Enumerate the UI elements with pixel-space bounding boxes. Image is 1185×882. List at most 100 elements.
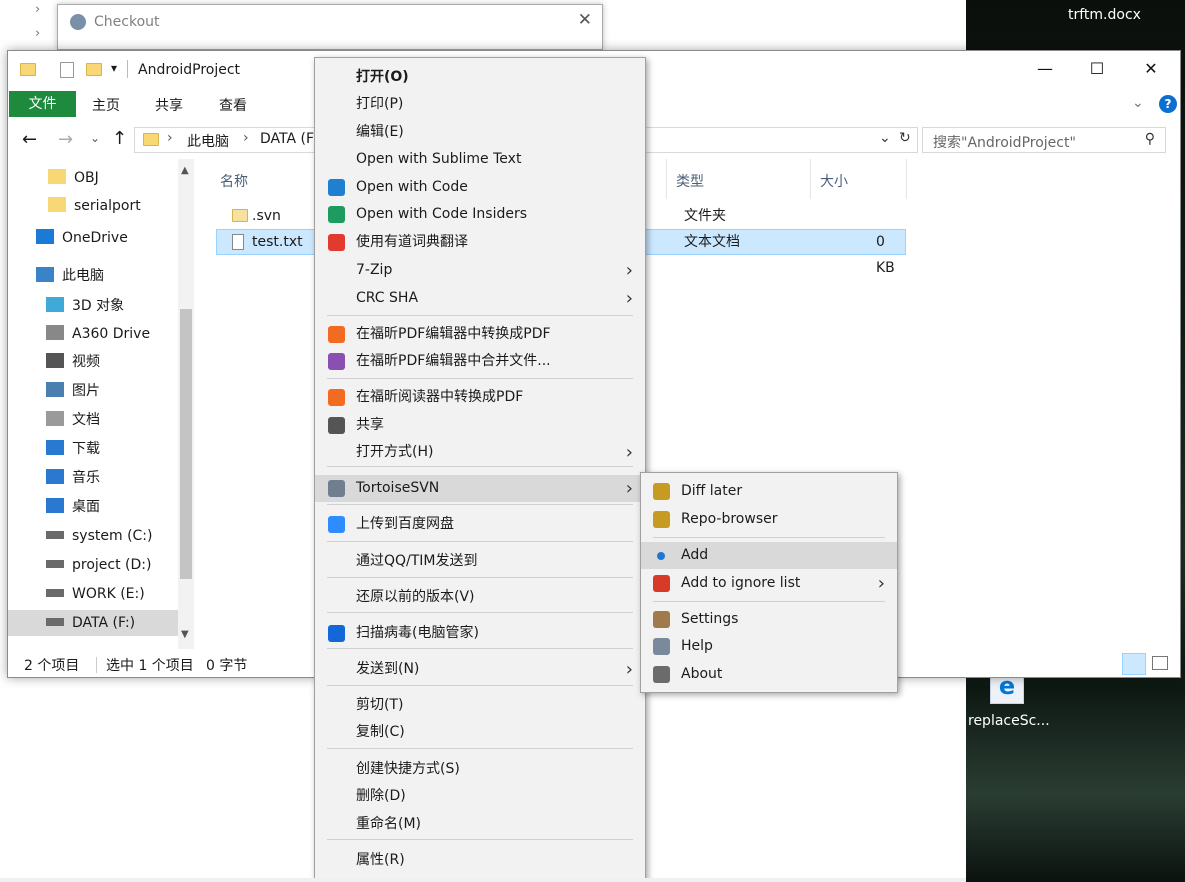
properties-icon[interactable] — [60, 62, 74, 78]
menu-item-m[interactable]: 重命名(M) — [315, 811, 645, 838]
sidebar-scroll-thumb[interactable] — [180, 309, 192, 579]
menu-separator — [653, 601, 885, 602]
large-icons-view-icon[interactable] — [1152, 656, 1168, 670]
checkout-close-button[interactable]: ✕ — [578, 10, 592, 30]
minimize-button[interactable]: — — [1022, 51, 1068, 87]
sidebar-item-item[interactable]: 此电脑 — [36, 263, 104, 289]
breadcrumb-this-pc[interactable]: 此电脑 — [187, 131, 229, 151]
sidebar-item-a360-drive[interactable]: A360 Drive — [46, 321, 150, 347]
sidebar-item-data-f[interactable]: DATA (F:) — [8, 610, 178, 636]
menu-item-item-6[interactable]: 使用有道词典翻译 — [315, 229, 645, 256]
column-header-name[interactable]: 名称 — [220, 171, 248, 191]
menu-item-crc-sha[interactable]: CRC SHA › — [315, 285, 645, 312]
scroll-up-icon[interactable]: ▲ — [181, 165, 189, 176]
menu-item-p[interactable]: 打印(P) — [315, 91, 645, 118]
documents-icon — [46, 411, 64, 426]
ignore-icon — [653, 575, 670, 592]
sidebar-item-item[interactable]: 下载 — [46, 436, 100, 462]
sidebar-item-obj[interactable]: OBJ — [48, 165, 99, 191]
menu-item-label: 重命名(M) — [356, 816, 422, 832]
details-view-icon[interactable] — [1122, 653, 1146, 675]
menu-item-label: 编辑(E) — [356, 124, 404, 140]
onedrive-icon — [36, 229, 54, 244]
menu-item-r[interactable]: 属性(R) — [315, 847, 645, 874]
breadcrumb-data-drive[interactable]: DATA (F — [260, 131, 314, 147]
video-icon — [46, 353, 64, 368]
menu-item-pdf[interactable]: 在福昕阅读器中转换成PDF — [315, 384, 645, 411]
tab-view[interactable]: 查看 — [219, 95, 247, 115]
new-folder-icon[interactable] — [86, 63, 102, 76]
menu-item-open-with-sublime-text[interactable]: Open with Sublime Text — [315, 146, 645, 173]
menu-item-t[interactable]: 剪切(T) — [315, 692, 645, 719]
sidebar-item-item[interactable]: 图片 — [46, 378, 100, 404]
tab-file[interactable]: 文件 — [9, 91, 76, 117]
recent-locations-button[interactable]: ⌄ — [90, 131, 100, 145]
menu-item-e[interactable]: 编辑(E) — [315, 119, 645, 146]
sidebar-item-project-d[interactable]: project (D:) — [46, 552, 151, 578]
sidebar-item-item[interactable]: 视频 — [46, 349, 100, 375]
chevron-right-icon: › — [625, 260, 633, 281]
column-header-type[interactable]: 类型 — [676, 171, 704, 191]
menu-item-open-with-code-insiders[interactable]: Open with Code Insiders — [315, 201, 645, 228]
menu-item-open-with-code[interactable]: Open with Code — [315, 174, 645, 201]
svn-item-repo-browser[interactable]: Repo-browser — [641, 506, 897, 533]
menu-item-h[interactable]: 打开方式(H) › — [315, 439, 645, 466]
column-header-size[interactable]: 大小 — [820, 171, 848, 191]
menu-item-o[interactable]: 打开(O) — [315, 64, 645, 91]
menu-item-pdf[interactable]: 在福昕PDF编辑器中合并文件... — [315, 348, 645, 375]
sidebar-item-serialport[interactable]: serialport — [48, 193, 141, 219]
menu-item-v[interactable]: 还原以前的版本(V) — [315, 584, 645, 611]
sidebar-item-item[interactable]: 桌面 — [46, 494, 100, 520]
forward-button[interactable]: → — [58, 129, 73, 150]
3d-objects-icon — [46, 297, 64, 312]
drive-icon — [46, 560, 64, 568]
sidebar-item-label: 此电脑 — [62, 268, 104, 284]
sidebar-item-label: WORK (E:) — [72, 586, 145, 602]
sidebar-item-onedrive[interactable]: OneDrive — [36, 225, 128, 251]
tab-home[interactable]: 主页 — [92, 95, 120, 115]
sidebar-item-label: 图片 — [72, 383, 100, 399]
maximize-button[interactable]: ☐ — [1074, 51, 1120, 87]
menu-item-pdf-pdf[interactable]: 在福昕PDF编辑器中转换成PDF — [315, 321, 645, 348]
back-button[interactable]: ← — [22, 129, 37, 150]
pictures-icon — [46, 382, 64, 397]
quick-access-dropdown-icon[interactable]: ▾ — [111, 61, 117, 75]
menu-item-d[interactable]: 删除(D) — [315, 783, 645, 810]
refresh-icon[interactable]: ↻ — [899, 130, 911, 146]
sidebar-item-item[interactable]: 音乐 — [46, 465, 100, 491]
svn-item-help[interactable]: Help — [641, 633, 897, 660]
sidebar-item-3d[interactable]: 3D 对象 — [46, 293, 124, 319]
menu-item-label: 上传到百度网盘 — [356, 516, 454, 532]
sidebar-item-item[interactable]: 文档 — [46, 407, 100, 433]
svn-item-about[interactable]: About — [641, 661, 897, 688]
svn-item-diff-later[interactable]: Diff later — [641, 478, 897, 505]
desktop-shortcut-label[interactable]: replaceSc... — [968, 713, 1050, 729]
checkout-title: Checkout — [94, 14, 160, 30]
tab-share[interactable]: 共享 — [155, 95, 183, 115]
menu-item-7-zip[interactable]: 7-Zip › — [315, 257, 645, 284]
up-button[interactable]: ↑ — [112, 128, 127, 149]
close-button[interactable]: ✕ — [1128, 51, 1174, 87]
address-dropdown-icon[interactable]: ⌄ — [879, 130, 891, 146]
ribbon-expand-icon[interactable]: ⌄ — [1132, 95, 1144, 111]
search-input[interactable]: 搜索"AndroidProject" ⚲ — [922, 127, 1166, 153]
sidebar-item-work-e[interactable]: WORK (E:) — [46, 581, 145, 607]
menu-item-n[interactable]: 发送到(N) › — [315, 656, 645, 683]
menu-item-tortoisesvn[interactable]: TortoiseSVN › — [315, 475, 645, 502]
svn-item-label: Add to ignore list — [681, 575, 801, 591]
svn-item-add-to-ignore-list[interactable]: Add to ignore list › — [641, 570, 897, 597]
desktop-doc-label[interactable]: trftm.docx — [1068, 7, 1141, 23]
menu-item-item-15[interactable]: 上传到百度网盘 — [315, 511, 645, 538]
svn-item-add[interactable]: Add — [641, 542, 897, 569]
menu-item-item-12[interactable]: 共享 — [315, 412, 645, 439]
menu-item-s[interactable]: 创建快捷方式(S) — [315, 756, 645, 783]
sidebar-item-system-c[interactable]: system (C:) — [46, 523, 152, 549]
menu-item-item-18[interactable]: 扫描病毒(电脑管家) — [315, 620, 645, 647]
shield-icon — [328, 625, 345, 642]
menu-item-qq-tim[interactable]: 通过QQ/TIM发送到 — [315, 548, 645, 575]
help-icon[interactable]: ? — [1159, 95, 1177, 113]
menu-item-c[interactable]: 复制(C) — [315, 719, 645, 746]
svn-item-settings[interactable]: Settings — [641, 606, 897, 633]
menu-item-label: Open with Code — [356, 179, 468, 195]
scroll-down-icon[interactable]: ▼ — [181, 629, 189, 640]
